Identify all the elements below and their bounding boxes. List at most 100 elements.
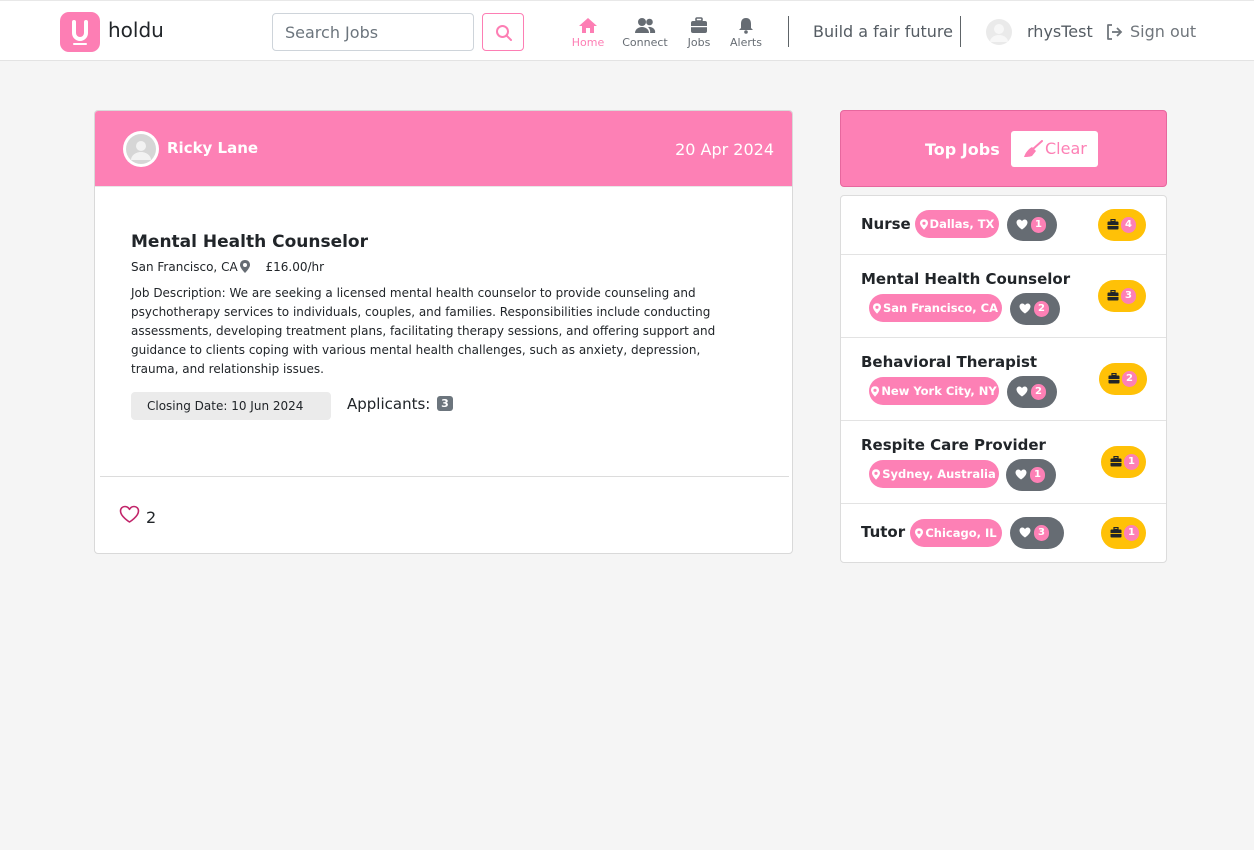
tagline-link[interactable]: Build a fair future [813,22,953,41]
top-job-item[interactable]: Respite Care Provider Sydney, Australia … [841,421,1166,504]
search-input[interactable] [272,13,474,51]
users-icon [635,18,656,33]
author-name[interactable]: Ricky Lane [167,139,258,157]
likes-count: 3 [1034,525,1049,541]
applicants-count: 1 [1124,525,1139,541]
holdu-logo-icon[interactable] [60,12,100,52]
briefcase-icon [1107,219,1119,230]
top-job-item[interactable]: Nurse Dallas, TX 1 4 [841,196,1166,255]
nav-connect[interactable]: Connect [615,17,675,53]
job-location: San Francisco, CA [131,260,238,274]
likes-pill: 1 [1007,209,1057,241]
bell-icon [739,18,753,34]
location-text: San Francisco, CA [882,301,998,315]
applicants-pill: 2 [1099,363,1147,395]
job-title[interactable]: Mental Health Counselor [131,232,368,252]
top-job-item[interactable]: Tutor Chicago, IL 3 1 [841,504,1166,562]
location-pill: Chicago, IL [910,519,1002,547]
briefcase-icon [691,17,707,33]
heart-outline-icon[interactable] [119,505,140,524]
briefcase-icon [1110,456,1122,467]
nav-home-label: Home [571,36,605,49]
applicants-pill: 3 [1098,280,1146,312]
broom-icon [1024,140,1043,157]
user-placeholder-icon [126,134,156,164]
likes-count: 1 [1030,467,1045,483]
heart-icon [1019,527,1031,538]
nav-home[interactable]: Home [558,17,618,53]
location-pill: Dallas, TX [915,210,999,238]
likes-pill: 2 [1010,293,1060,325]
applicants-pill: 1 [1101,446,1146,478]
location-pill: San Francisco, CA [869,294,1002,322]
top-job-name[interactable]: Nurse [861,215,911,233]
applicants-count-badge: 3 [437,396,453,411]
nav-connect-label: Connect [622,36,668,49]
username[interactable]: rhysTest [1027,22,1093,41]
map-pin-icon [871,386,880,397]
divider [100,476,789,477]
top-job-name[interactable]: Mental Health Counselor [861,270,1070,288]
map-pin-icon [919,219,928,230]
sign-out-icon [1107,24,1123,40]
map-pin-icon [872,469,881,480]
sign-out-label: Sign out [1130,22,1197,41]
applicants: Applicants: 3 [347,395,453,413]
closing-date: Closing Date: 10 Jun 2024 [131,392,331,420]
nav-alerts[interactable]: Alerts [716,17,776,53]
divider [960,16,961,47]
clear-button[interactable]: Clear [1011,131,1098,167]
briefcase-icon [1108,373,1120,384]
top-jobs-header: Top Jobs Clear [840,110,1167,187]
search-icon [496,25,512,41]
likes-pill: 2 [1007,376,1057,408]
top-job-item[interactable]: Mental Health Counselor San Francisco, C… [841,255,1166,338]
heart-icon [1016,219,1028,230]
applicants-count: 1 [1124,454,1139,470]
top-job-name[interactable]: Respite Care Provider [861,436,1046,454]
author-avatar[interactable] [123,131,159,167]
divider [788,16,789,47]
job-meta: San Francisco, CA £16.00/hr [131,260,324,274]
likes-pill: 3 [1010,517,1064,549]
job-post-card: Ricky Lane 20 Apr 2024 Mental Health Cou… [94,110,793,554]
heart-icon [1019,303,1031,314]
briefcase-icon [1107,290,1119,301]
applicants-count: 3 [1121,288,1136,304]
nav-alerts-label: Alerts [730,36,762,49]
top-job-name[interactable]: Tutor [861,523,905,541]
search-button[interactable] [482,13,524,51]
top-navbar: holdu Home Connect Jobs [0,0,1254,61]
map-pin-icon [239,260,250,273]
top-jobs-title: Top Jobs [925,140,1000,159]
heart-icon [1016,386,1028,397]
top-job-name[interactable]: Behavioral Therapist [861,353,1037,371]
post-header: Ricky Lane 20 Apr 2024 [95,111,792,187]
applicants-count: 4 [1121,217,1136,233]
map-pin-icon [872,303,881,314]
likes-count: 1 [1031,217,1046,233]
likes-count: 2 [1031,384,1046,400]
post-date: 20 Apr 2024 [675,140,774,159]
location-pill: New York City, NY [869,377,999,405]
briefcase-icon [1110,527,1122,538]
job-rate: £16.00/hr [265,260,325,274]
heart-icon [1015,469,1027,480]
likes-pill: 1 [1006,459,1056,491]
brand-name[interactable]: holdu [108,18,164,42]
applicants-label: Applicants: [347,395,431,413]
clear-label: Clear [1045,139,1087,158]
user-placeholder-icon [990,24,1008,42]
job-description: Job Description: We are seeking a licens… [131,286,716,376]
map-pin-icon [915,528,924,539]
location-text: Chicago, IL [925,526,997,540]
top-jobs-list: Nurse Dallas, TX 1 4 Mental Health Couns… [840,195,1167,563]
applicants-count: 2 [1122,371,1137,387]
location-text: New York City, NY [881,384,997,398]
location-text: Sydney, Australia [882,467,996,481]
top-job-item[interactable]: Behavioral Therapist New York City, NY 2… [841,338,1166,421]
location-text: Dallas, TX [929,217,995,231]
applicants-pill: 4 [1098,209,1146,241]
user-avatar[interactable] [986,19,1012,45]
applicants-pill: 1 [1101,517,1146,549]
